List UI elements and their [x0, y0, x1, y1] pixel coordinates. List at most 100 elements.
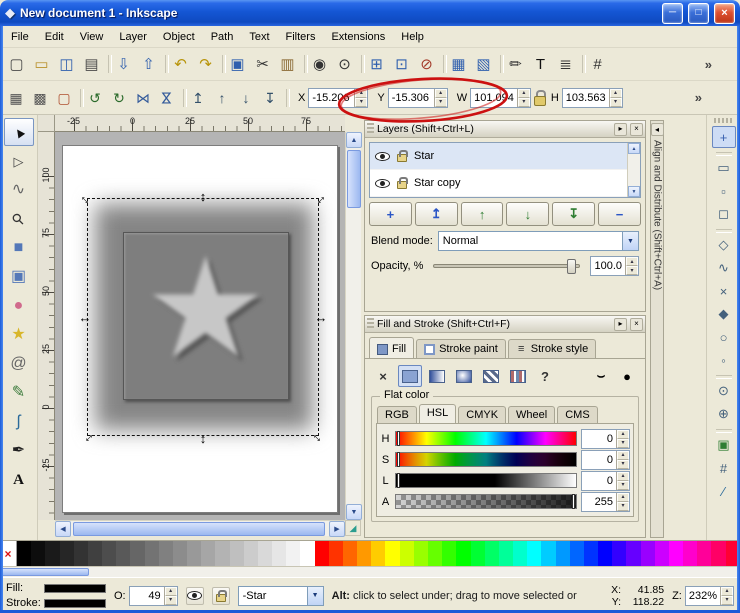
layer-visibility-icon[interactable] [375, 151, 390, 161]
flip-horizontal-icon[interactable]: ⋈ [131, 86, 155, 110]
palette-swatch[interactable] [215, 541, 230, 566]
drag-grip[interactable] [367, 123, 374, 135]
spinner-down-icon[interactable]: ▾ [721, 595, 733, 605]
slider-value-input[interactable]: 0 [582, 451, 616, 469]
palette-swatch[interactable] [427, 541, 443, 566]
dropdown-arrow-icon[interactable]: ▼ [622, 232, 638, 250]
palette-swatch[interactable] [357, 541, 372, 566]
palette-swatch[interactable] [598, 541, 613, 566]
horizontal-scrollbar[interactable]: ◀ ▶ [55, 520, 345, 537]
unlink-clone-icon[interactable]: ⊘ [414, 52, 439, 77]
layer-row[interactable]: Star [370, 143, 640, 170]
spinner-up-icon[interactable]: ▴ [626, 257, 638, 266]
toolbar-overflow-button[interactable]: » [695, 90, 702, 105]
scroll-left-icon[interactable]: ◀ [55, 521, 71, 537]
no-color-swatch[interactable]: × [0, 541, 17, 566]
selector-tool[interactable]: ▲ [3, 118, 34, 146]
slider-spinner[interactable]: ▴ ▾ [616, 429, 629, 448]
flip-vertical-icon[interactable]: ⋈ [155, 86, 179, 110]
scrollbar-thumb[interactable] [73, 522, 325, 536]
spinner-up-icon[interactable]: ▴ [617, 471, 629, 481]
palette-swatch[interactable] [116, 541, 131, 566]
blend-mode-select[interactable]: Normal ▼ [437, 231, 639, 251]
fill-stroke-dialog-icon[interactable]: ✏ [503, 52, 528, 77]
snap-cusp-nodes-icon[interactable]: ◆ [712, 303, 736, 325]
panel-close-button[interactable]: × [630, 317, 643, 331]
menu-filters[interactable]: Filters [278, 26, 324, 47]
import-icon[interactable]: ⇩ [111, 52, 136, 77]
spinner-up-icon[interactable]: ▴ [617, 429, 629, 439]
lock-ratio-icon[interactable] [533, 90, 546, 106]
height-input[interactable]: 103.563 [563, 89, 609, 107]
palette-swatch[interactable] [612, 541, 627, 566]
select-all-layers-icon[interactable]: ▩ [28, 86, 52, 110]
slider-value-input[interactable]: 0 [582, 430, 616, 448]
scrollbar-track[interactable] [628, 154, 640, 186]
layer-visibility-icon[interactable] [375, 178, 390, 188]
palette-swatch[interactable] [626, 541, 641, 566]
text-dialog-icon[interactable]: T [528, 52, 553, 77]
menu-text[interactable]: Text [241, 26, 277, 47]
palette-swatch[interactable] [668, 541, 684, 566]
dropdown-arrow-icon[interactable]: ▼ [306, 586, 323, 605]
menu-file[interactable]: File [3, 26, 37, 47]
snap-guides-icon[interactable]: ∕ [712, 480, 736, 502]
palette-swatch[interactable] [87, 541, 103, 566]
panel-close-button[interactable]: × [630, 122, 643, 136]
spinner-up-icon[interactable]: ▴ [434, 88, 447, 98]
snap-midpoints-icon[interactable]: ◦ [712, 349, 736, 371]
zoom-input[interactable]: 232% [686, 587, 720, 605]
palette-swatch[interactable] [683, 541, 698, 566]
fill-stroke-panel-titlebar[interactable]: Fill and Stroke (Shift+Ctrl+F) ▸ × [365, 316, 645, 333]
palette-scrollbar[interactable] [0, 566, 740, 577]
copy-icon[interactable]: ▣ [225, 52, 250, 77]
menu-view[interactable]: View [72, 26, 112, 47]
slider-track[interactable] [395, 431, 577, 446]
fill-rule-evenodd-button[interactable]: ⌣ [589, 365, 613, 387]
palette-swatch[interactable] [399, 541, 414, 566]
palette-swatch[interactable] [654, 541, 669, 566]
vertical-ruler[interactable]: 100 75 50 25 0 -25 [38, 132, 55, 520]
slider-thumb[interactable] [572, 494, 575, 509]
menu-extensions[interactable]: Extensions [323, 26, 393, 47]
pen-tool[interactable]: ʃ [4, 408, 34, 436]
canvas[interactable]: ↔ ↕ ↔ ↔ ↔ ↔ ↕ ↔ [55, 132, 345, 520]
palette-swatch[interactable] [371, 541, 386, 566]
spinner-up-icon[interactable]: ▴ [517, 88, 530, 98]
zoom-drawing-icon[interactable]: ◉ [307, 52, 332, 77]
save-icon[interactable]: ◫ [54, 52, 79, 77]
slider-thumb[interactable] [567, 259, 576, 274]
panel-collapse-button[interactable]: ▸ [614, 122, 627, 136]
palette-swatch[interactable] [413, 541, 428, 566]
y-spinner[interactable]: ▴ ▾ [433, 88, 447, 107]
selection-handle-n[interactable]: ↕ [196, 189, 210, 203]
scroll-right-icon[interactable]: ▶ [329, 521, 345, 537]
print-icon[interactable]: ▤ [79, 52, 104, 77]
palette-swatch[interactable] [442, 541, 457, 566]
close-button[interactable]: × [714, 2, 735, 24]
tab-cms[interactable]: CMS [557, 406, 598, 423]
maximize-button[interactable]: □ [688, 2, 709, 24]
palette-swatch[interactable] [201, 541, 216, 566]
snap-rotation-centers-icon[interactable]: ⊕ [712, 403, 736, 425]
layers-list-scrollbar[interactable]: ▲ ▼ [627, 143, 640, 197]
ungroup-icon[interactable]: ▧ [471, 52, 496, 77]
horizontal-ruler[interactable]: -25 0 25 50 75 [55, 115, 345, 132]
lower-layer-to-bottom-button[interactable]: ↧ [552, 202, 596, 226]
spinner-up-icon[interactable]: ▴ [609, 88, 622, 98]
panel-expand-button[interactable]: ◂ [650, 123, 664, 136]
slider-track[interactable] [395, 494, 577, 509]
ruler-corner[interactable] [38, 115, 55, 132]
star-tool[interactable]: ★ [4, 321, 34, 349]
palette-swatch[interactable] [711, 541, 726, 566]
palette-swatch[interactable] [243, 541, 258, 566]
palette-swatch[interactable] [314, 541, 329, 566]
raise-layer-button[interactable]: ↑ [460, 202, 504, 226]
scroll-down-icon[interactable]: ▼ [628, 186, 640, 197]
slider-spinner[interactable]: ▴ ▾ [616, 492, 629, 511]
palette-swatch[interactable] [73, 541, 88, 566]
slider-value-input[interactable]: 0 [582, 472, 616, 490]
lower-icon[interactable]: ↓ [234, 86, 258, 110]
box3d-tool[interactable]: ▣ [4, 263, 34, 291]
layer-row[interactable]: Star copy [370, 170, 640, 197]
